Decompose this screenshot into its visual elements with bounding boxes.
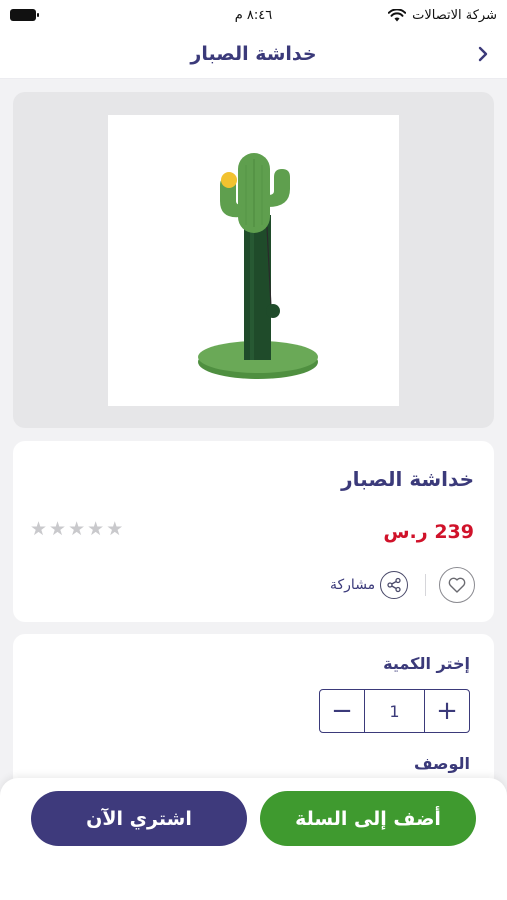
product-info-card: خداشة الصبار 239 ر.س ★ ★ ★ ★ ★ مشاركة: [13, 441, 494, 622]
page-title: خداشة الصبار: [190, 43, 317, 65]
star-icon: ★: [68, 518, 86, 540]
product-image-card: [13, 92, 494, 428]
product-price: 239 ر.س: [383, 521, 474, 543]
status-bar: ٨:٤٦ م شركة الاتصالات: [0, 0, 507, 30]
bottom-action-bar: اشتري الآن أضف إلى السلة: [0, 778, 507, 900]
star-icon: ★: [49, 518, 67, 540]
star-icon: ★: [106, 518, 124, 540]
product-image[interactable]: [108, 115, 399, 406]
wifi-icon: [388, 8, 407, 22]
status-right: شركة الاتصالات: [377, 8, 497, 23]
back-button[interactable]: [471, 42, 495, 66]
carrier-name: شركة الاتصالات: [412, 7, 497, 23]
status-time: ٨:٤٦ م: [234, 7, 273, 23]
share-button[interactable]: مشاركة: [330, 567, 409, 603]
decrement-button[interactable]: −: [320, 690, 364, 732]
quantity-label: إختر الكمية: [383, 654, 470, 673]
description-label: الوصف: [413, 754, 470, 773]
rating-stars: ★ ★ ★ ★ ★: [30, 520, 123, 539]
status-left: [10, 9, 130, 21]
increment-button[interactable]: +: [425, 690, 469, 732]
action-divider: [425, 574, 426, 596]
quantity-value[interactable]: 1: [364, 690, 425, 732]
nav-header: خداشة الصبار: [0, 30, 507, 78]
battery-icon: [10, 9, 39, 21]
share-label: مشاركة: [330, 577, 376, 593]
favorite-button[interactable]: [439, 567, 475, 603]
buy-now-button[interactable]: اشتري الآن: [31, 791, 247, 846]
chevron-right-icon: [478, 46, 488, 62]
star-icon: ★: [87, 518, 105, 540]
star-icon: ★: [30, 518, 48, 540]
quantity-stepper: − 1 +: [319, 689, 470, 733]
product-name: خداشة الصبار: [341, 467, 474, 491]
share-icon: [380, 571, 409, 599]
cactus-scratcher-image: [198, 153, 318, 379]
add-to-cart-button[interactable]: أضف إلى السلة: [260, 791, 476, 846]
heart-outline-icon: [448, 577, 466, 593]
